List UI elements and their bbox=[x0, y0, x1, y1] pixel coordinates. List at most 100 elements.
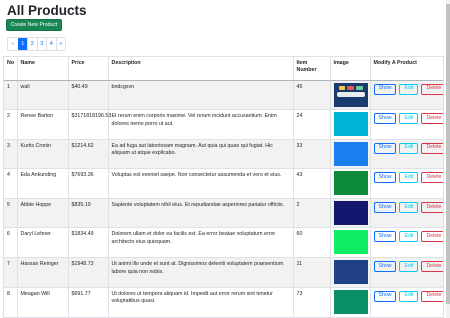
vertical-scrollbar[interactable] bbox=[446, 0, 450, 318]
cell-actions: Show Edit Delete bbox=[370, 286, 443, 317]
products-table: No Name Price Description Item Number Im… bbox=[4, 57, 443, 317]
pagination-prev[interactable]: « bbox=[8, 38, 18, 50]
edit-button[interactable]: Edit bbox=[399, 142, 419, 154]
cell-actions: Show Edit Delete bbox=[370, 168, 443, 199]
cell-actions: Show Edit Delete bbox=[370, 227, 443, 258]
cell-item-number: 43 bbox=[293, 168, 331, 199]
cell-name: Abbie Hoppe bbox=[17, 197, 69, 228]
cell-price: $1948.73 bbox=[68, 257, 109, 288]
products-table-container: No Name Price Description Item Number Im… bbox=[3, 56, 444, 318]
header-item-number: Item Number bbox=[293, 57, 331, 81]
product-image bbox=[333, 289, 368, 314]
product-image bbox=[333, 171, 368, 196]
show-button[interactable]: Show bbox=[373, 231, 397, 243]
show-button[interactable]: Show bbox=[373, 113, 397, 125]
cell-no: 5 bbox=[4, 197, 18, 228]
pagination-page-3[interactable]: 3 bbox=[36, 38, 46, 50]
show-button[interactable]: Show bbox=[373, 290, 397, 302]
product-image bbox=[333, 230, 368, 255]
cell-price: $835.19 bbox=[68, 197, 109, 228]
cell-price: $1214.62 bbox=[68, 138, 109, 169]
cell-actions: Show Edit Delete bbox=[370, 197, 443, 228]
create-product-button[interactable]: Create New Product bbox=[6, 19, 62, 31]
pagination: « 1 2 3 4 » bbox=[7, 37, 66, 51]
show-button[interactable]: Show bbox=[373, 172, 397, 184]
cell-name: wali bbox=[17, 79, 69, 110]
edit-button[interactable]: Edit bbox=[399, 172, 419, 184]
cell-no: 7 bbox=[4, 257, 18, 288]
edit-button[interactable]: Edit bbox=[399, 231, 419, 243]
delete-button[interactable]: Delete bbox=[421, 172, 443, 184]
cell-description: Sapiente voluptatem nihil eius. Et repud… bbox=[108, 197, 294, 228]
edit-button[interactable]: Edit bbox=[399, 261, 419, 273]
cell-image bbox=[330, 227, 371, 258]
cell-image bbox=[330, 109, 371, 140]
cell-item-number: 11 bbox=[293, 257, 331, 288]
delete-button[interactable]: Delete bbox=[421, 201, 443, 213]
cell-actions: Show Edit Delete bbox=[370, 257, 443, 288]
cell-price: $7693.36 bbox=[68, 168, 109, 199]
pagination-next[interactable]: » bbox=[55, 38, 65, 50]
cell-no: 2 bbox=[4, 109, 18, 140]
cell-actions: Show Edit Delete bbox=[370, 79, 443, 110]
cell-name: Eda Ankunding bbox=[17, 168, 69, 199]
product-image bbox=[333, 260, 368, 285]
cell-image bbox=[330, 257, 371, 288]
delete-button[interactable]: Delete bbox=[421, 142, 443, 154]
page-title: All Products bbox=[7, 3, 87, 18]
header-description: Description bbox=[108, 57, 294, 81]
cell-no: 1 bbox=[4, 79, 18, 110]
show-button[interactable]: Show bbox=[373, 83, 397, 95]
cell-price: $1834.49 bbox=[68, 227, 109, 258]
cell-no: 8 bbox=[4, 286, 18, 317]
cell-price: $3171818196.53 bbox=[68, 109, 111, 140]
cell-description: Dolorem ullam et dolor ea facilis est. E… bbox=[108, 227, 294, 258]
table-row: 8 Meagan Will $691.77 Ut dolores ut tempora… bbox=[4, 286, 443, 317]
product-image bbox=[333, 82, 368, 107]
cell-description: Et rerum enim corporis maxime. Vel rerum… bbox=[108, 109, 294, 140]
cell-name: Kurtis Cronin bbox=[17, 138, 69, 169]
cell-name: Daryl Lehner bbox=[17, 227, 69, 258]
pagination-page-4[interactable]: 4 bbox=[46, 38, 56, 50]
product-image bbox=[333, 200, 368, 225]
show-button[interactable]: Show bbox=[373, 201, 397, 213]
cell-image bbox=[330, 286, 371, 317]
cell-image bbox=[330, 138, 371, 169]
cell-item-number: 73 bbox=[293, 286, 331, 317]
edit-button[interactable]: Edit bbox=[399, 201, 419, 213]
cell-item-number: 2 bbox=[293, 197, 331, 228]
edit-button[interactable]: Edit bbox=[399, 83, 419, 95]
show-button[interactable]: Show bbox=[373, 261, 397, 273]
cell-description: Ea ad fuga aut laboriosam magnam. Aut qu… bbox=[108, 138, 294, 169]
header-name: Name bbox=[17, 57, 69, 81]
cell-no: 6 bbox=[4, 227, 18, 258]
cell-name: Hassan Reinger bbox=[17, 257, 69, 288]
table-header-row: No Name Price Description Item Number Im… bbox=[4, 57, 443, 81]
header-image: Image bbox=[330, 57, 371, 81]
product-image bbox=[333, 112, 368, 137]
pagination-page-1[interactable]: 1 bbox=[17, 38, 27, 50]
table-row: 1 wali $40.49 bndcgxvn 45 Show Edit Delete bbox=[4, 79, 443, 110]
delete-button[interactable]: Delete bbox=[421, 231, 443, 243]
cell-no: 3 bbox=[4, 138, 18, 169]
table-row: 3 Kurtis Cronin $1214.62 Ea ad fuga aut lab… bbox=[4, 138, 443, 169]
delete-button[interactable]: Delete bbox=[421, 261, 443, 273]
header-no: No bbox=[4, 57, 18, 81]
cell-item-number: 60 bbox=[293, 227, 331, 258]
cell-item-number: 33 bbox=[293, 138, 331, 169]
header-modify: Modify A Product bbox=[370, 57, 443, 81]
delete-button[interactable]: Delete bbox=[421, 83, 443, 95]
delete-button[interactable]: Delete bbox=[421, 290, 443, 302]
cell-description: bndcgxvn bbox=[108, 79, 294, 110]
cell-item-number: 45 bbox=[293, 79, 331, 110]
pagination-page-2[interactable]: 2 bbox=[27, 38, 37, 50]
table-row: 6 Daryl Lehner $1834.49 Dolorem ullam et do… bbox=[4, 227, 443, 258]
edit-button[interactable]: Edit bbox=[399, 113, 419, 125]
edit-button[interactable]: Edit bbox=[399, 290, 419, 302]
cell-description: Ut animi illo unde et sunt at. Dignissim… bbox=[108, 257, 294, 288]
show-button[interactable]: Show bbox=[373, 142, 397, 154]
scrollbar-thumb[interactable] bbox=[446, 4, 450, 304]
cell-image bbox=[330, 79, 371, 110]
delete-button[interactable]: Delete bbox=[421, 113, 443, 125]
cell-image bbox=[330, 168, 371, 199]
